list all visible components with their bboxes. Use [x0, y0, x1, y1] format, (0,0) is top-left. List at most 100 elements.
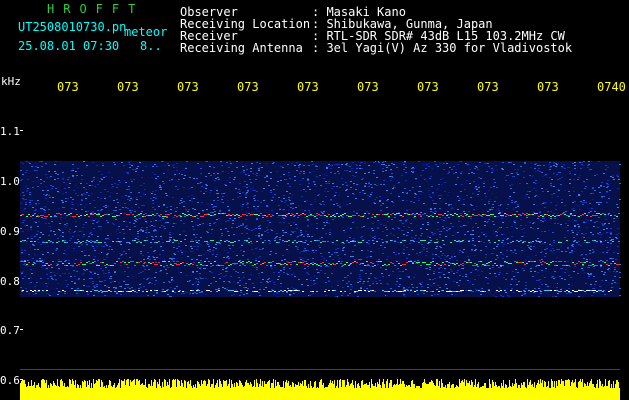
noise-dot	[204, 289, 206, 290]
level-bar	[188, 381, 189, 400]
noise-dot	[451, 169, 453, 170]
noise-dot	[29, 247, 31, 248]
band-segment	[296, 213, 298, 214]
band-segment	[472, 240, 474, 241]
noise-dot	[77, 195, 79, 196]
band-segment	[478, 214, 480, 215]
noise-dot	[324, 225, 326, 226]
noise-dot	[403, 234, 405, 235]
noise-dot	[50, 176, 52, 177]
noise-dot	[465, 274, 467, 275]
noise-dot	[423, 203, 425, 204]
level-bar	[155, 380, 156, 400]
noise-dot	[508, 198, 510, 199]
noise-dot	[268, 225, 270, 226]
noise-dot	[354, 176, 356, 177]
noise-dot	[435, 248, 437, 249]
noise-dot	[188, 209, 190, 210]
noise-dot	[432, 192, 434, 193]
band-segment	[532, 214, 534, 215]
level-bar	[362, 380, 363, 400]
band-segment	[98, 265, 100, 266]
noise-dot	[497, 229, 499, 230]
noise-dot	[568, 284, 570, 285]
noise-dot	[475, 187, 477, 188]
noise-dot	[399, 275, 401, 276]
noise-dot	[196, 291, 198, 292]
noise-dot	[82, 274, 84, 275]
level-bar	[49, 388, 50, 400]
y-tick-mark	[20, 329, 23, 330]
band-segment	[410, 214, 412, 215]
noise-dot	[226, 162, 228, 163]
band-segment	[560, 214, 562, 215]
level-bar	[153, 382, 154, 400]
noise-dot	[128, 196, 130, 197]
noise-dot	[613, 221, 615, 222]
level-bar	[186, 388, 187, 400]
band-segment	[312, 215, 314, 216]
noise-dot	[361, 168, 363, 169]
level-bar	[89, 380, 90, 400]
noise-dot	[30, 229, 32, 230]
noise-dot	[408, 287, 410, 288]
noise-dot	[412, 287, 414, 288]
level-bar	[40, 388, 41, 400]
noise-dot	[352, 175, 354, 176]
noise-dot	[307, 220, 309, 221]
noise-dot	[383, 184, 385, 185]
noise-dot	[219, 237, 221, 238]
noise-dot	[499, 272, 501, 273]
band-segment	[84, 215, 86, 216]
noise-dot	[261, 191, 263, 192]
noise-dot	[213, 247, 215, 248]
noise-dot	[357, 241, 359, 242]
band-segment	[258, 215, 260, 216]
noise-dot	[310, 294, 312, 295]
noise-dot	[245, 174, 247, 175]
level-bar	[347, 379, 348, 400]
noise-dot	[225, 221, 227, 222]
noise-dot	[387, 163, 389, 164]
noise-dot	[481, 232, 483, 233]
noise-dot	[142, 290, 144, 291]
noise-dot	[469, 282, 471, 283]
band-segment	[390, 214, 392, 215]
noise-dot	[274, 238, 276, 239]
noise-dot	[193, 262, 195, 263]
noise-dot	[372, 223, 374, 224]
noise-dot	[172, 280, 174, 281]
noise-dot	[54, 171, 56, 172]
noise-dot	[399, 271, 401, 272]
noise-dot	[267, 220, 269, 221]
level-bar	[290, 385, 291, 400]
level-bar	[254, 380, 255, 400]
noise-dot	[501, 168, 503, 169]
noise-dot	[374, 203, 376, 204]
noise-dot	[289, 178, 291, 179]
noise-dot	[215, 289, 217, 290]
noise-dot	[130, 198, 132, 199]
band-segment	[276, 263, 278, 264]
band-segment	[32, 264, 34, 265]
noise-dot	[396, 281, 398, 282]
noise-dot	[124, 264, 126, 265]
noise-dot	[168, 196, 170, 197]
noise-dot	[379, 196, 381, 197]
band-segment	[546, 263, 548, 264]
noise-dot	[140, 253, 142, 254]
noise-dot	[519, 183, 521, 184]
band-segment	[352, 262, 354, 263]
band-segment	[372, 214, 374, 215]
noise-dot	[489, 242, 491, 243]
noise-dot	[425, 168, 427, 169]
noise-dot	[199, 292, 201, 293]
band-segment	[256, 241, 258, 242]
noise-dot	[428, 190, 430, 191]
noise-dot	[145, 166, 147, 167]
noise-dot	[246, 228, 248, 229]
noise-dot	[141, 227, 143, 228]
noise-dot	[336, 252, 338, 253]
noise-dot	[83, 279, 85, 280]
band-segment	[74, 290, 76, 291]
